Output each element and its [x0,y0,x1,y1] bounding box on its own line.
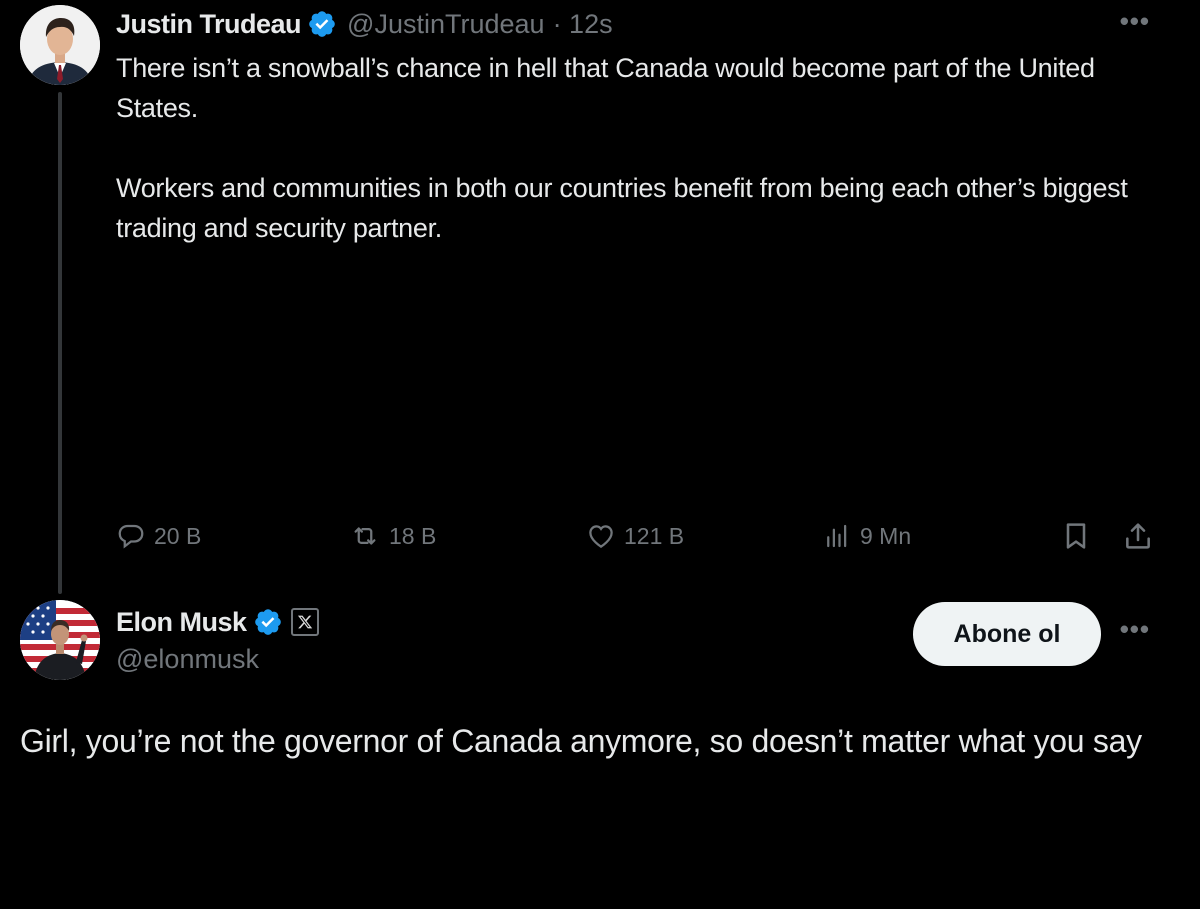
reply-icon [118,524,144,549]
verified-badge-icon [253,607,283,637]
more-options-icon[interactable]: ••• [1120,614,1150,645]
views-button[interactable]: 9 Mn [822,516,911,556]
reply-author-name[interactable]: Elon Musk [116,607,247,638]
repost-count: 18 B [389,522,437,549]
bookmark-button[interactable] [1060,516,1100,556]
reply-count: 20 B [154,522,202,549]
musk-avatar[interactable] [20,600,100,680]
reply-body: Girl, you’re not the governor of Canada … [20,723,1142,759]
like-count: 121 B [624,522,685,549]
bookmark-icon [1066,523,1086,549]
views-chart-icon [827,524,847,548]
author-name[interactable]: Justin Trudeau [116,9,302,40]
tweet-actions-bar: 20 B 18 B 121 B 9 Mn [116,516,1160,556]
views-count: 9 Mn [860,522,912,549]
tweet-paragraph: There isn’t a snowball’s chance in hell … [116,53,1095,123]
tweet-body: There isn’t a snowball’s chance in hell … [116,48,1156,248]
repost-icon [354,527,376,545]
follow-button[interactable]: Abone ol [913,602,1101,666]
trudeau-avatar[interactable] [20,5,100,85]
thread-connector-line [58,92,62,594]
verified-badge-icon [307,9,337,39]
tweet-paragraph: Workers and communities in both our coun… [116,173,1128,243]
tweet-timestamp[interactable]: · 12s [553,9,613,40]
reply-header: Elon Musk [116,604,319,640]
more-options-icon[interactable]: ••• [1120,6,1150,37]
x-logo-icon[interactable] [290,608,319,636]
reply-button[interactable]: 20 B [116,516,201,556]
repost-button[interactable]: 18 B [349,516,436,556]
heart-icon [589,525,613,548]
share-button[interactable] [1122,516,1162,556]
author-handle[interactable]: @JustinTrudeau [347,9,545,40]
like-button[interactable]: 121 B [586,516,684,556]
tweet-header: Justin Trudeau @JustinTrudeau · 12s [116,6,613,42]
share-icon [1126,523,1150,549]
reply-author-handle[interactable]: @elonmusk [116,644,259,675]
tweet-thread: Justin Trudeau @JustinTrudeau · 12s ••• … [0,0,1200,909]
